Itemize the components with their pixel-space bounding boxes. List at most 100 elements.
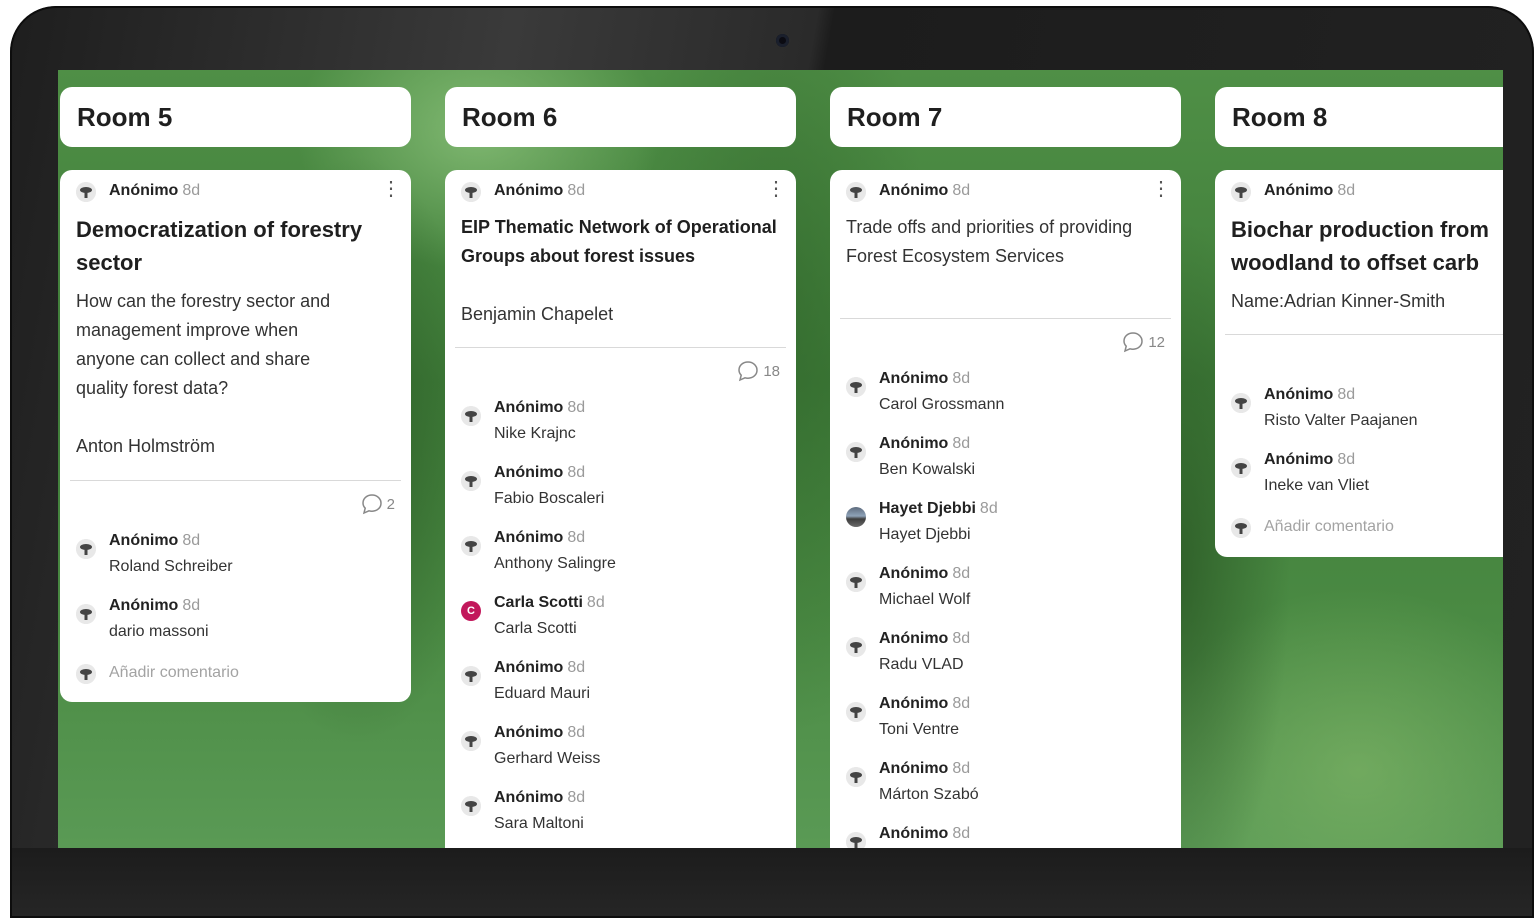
anonymous-avatar-icon <box>846 702 866 722</box>
comment-author: Anónimo 8d <box>494 659 586 676</box>
comment-text: Risto Valter Paajanen <box>1264 412 1418 429</box>
comment-author: Anónimo 8d <box>879 825 971 842</box>
comment-text: Sara Maltoni <box>494 815 584 832</box>
padlet-board: Room 5 Anónimo 8d ⋮ Democratization of fo… <box>58 70 1503 848</box>
post-card[interactable]: Anónimo 8d ⋮ EIP Thematic Network of Oper… <box>445 170 796 848</box>
comment-text: Carol Grossmann <box>879 396 1005 413</box>
post-title: EIP Thematic Network of Operational Grou… <box>461 217 777 266</box>
anonymous-avatar-icon <box>1231 458 1251 478</box>
post-body: How can the forestry sector and manageme… <box>76 291 331 456</box>
comment-text: Radu VLAD <box>879 656 964 673</box>
comment-author: Anónimo 8d <box>109 532 201 549</box>
comment-count: 18 <box>737 360 780 382</box>
comment-item: Anónimo 8d Michael Wolf <box>846 565 1171 625</box>
anonymous-avatar-icon <box>461 536 481 556</box>
comment-count: 2 <box>361 493 395 515</box>
comment-item: Anónimo 8d Roland Schreiber <box>76 532 401 592</box>
comment-author: Anónimo 8d <box>494 464 586 481</box>
comment-item: Anónimo 8d Risto Valter Paajanen <box>1231 386 1503 446</box>
post-author: Anónimo 8d <box>879 182 971 199</box>
divider <box>840 318 1171 319</box>
more-options-icon[interactable]: ⋮ <box>766 179 786 199</box>
comment-text: Ineke van Vliet <box>1264 477 1369 494</box>
anonymous-avatar-icon <box>846 377 866 397</box>
anonymous-avatar-icon <box>1231 393 1251 413</box>
comment-text: Ben Kowalski <box>879 461 976 478</box>
comment-text: Nike Krajnc <box>494 425 576 442</box>
add-comment-label: Añadir comentario <box>109 664 239 681</box>
comment-item: Anónimo 8d <box>846 825 1171 848</box>
room-title: Room 5 <box>60 87 411 147</box>
comment-author: Anónimo 8d <box>879 370 971 387</box>
comment-item: Anónimo 8d Eduard Mauri <box>461 659 786 719</box>
anonymous-avatar-icon <box>76 664 96 684</box>
anonymous-avatar-icon <box>461 406 481 426</box>
comment-item: C Carla Scotti 8d Carla Scotti <box>461 594 786 654</box>
post-author: Anónimo 8d <box>494 182 586 199</box>
anonymous-avatar-icon <box>846 637 866 657</box>
comment-text: dario massoni <box>109 623 209 640</box>
post-body: Benjamin Chapelet <box>461 304 614 324</box>
comment-author: Anónimo 8d <box>494 529 586 546</box>
anonymous-avatar-icon <box>846 182 866 202</box>
comment-author: Anónimo 8d <box>879 695 971 712</box>
divider <box>455 347 786 348</box>
comment-item: Anónimo 8d dario massoni <box>76 597 401 657</box>
comment-text: Fabio Boscaleri <box>494 490 605 507</box>
anonymous-avatar-icon <box>461 731 481 751</box>
add-comment-label: Añadir comentario <box>1264 518 1394 535</box>
anonymous-avatar-icon <box>846 442 866 462</box>
comment-author: Anónimo 8d <box>1264 386 1356 403</box>
post-author: Anónimo 8d <box>1264 182 1356 199</box>
anonymous-avatar-icon <box>461 182 481 202</box>
anonymous-avatar-icon <box>1231 182 1251 202</box>
comment-text: Anthony Salingre <box>494 555 616 572</box>
comment-author: Anónimo 8d <box>494 789 586 806</box>
comment-bubble-icon <box>361 494 382 515</box>
anonymous-avatar-icon <box>461 666 481 686</box>
anonymous-avatar-icon <box>76 604 96 624</box>
anonymous-avatar-icon <box>846 832 866 848</box>
comment-author: Anónimo 8d <box>879 630 971 647</box>
post-title: Trade offs and priorities of providing F… <box>846 217 1133 266</box>
room-title: Room 8 <box>1215 87 1503 147</box>
comment-item: Anónimo 8d Ben Kowalski <box>846 435 1171 495</box>
more-options-icon[interactable]: ⋮ <box>381 179 401 199</box>
comment-item: Anónimo 8d Nike Krajnc <box>461 399 786 459</box>
comment-text: Márton Szabó <box>879 786 979 803</box>
post-card[interactable]: Anónimo 8d ⋮ Trade offs and priorities of… <box>830 170 1181 848</box>
comment-author: Anónimo 8d <box>494 724 586 741</box>
anonymous-avatar-icon <box>76 539 96 559</box>
comment-author: Hayet Djebbi 8d <box>879 500 998 517</box>
post-title: Biochar production from woodland to offs… <box>1231 217 1489 275</box>
anonymous-avatar-icon <box>846 572 866 592</box>
anonymous-avatar-icon <box>846 767 866 787</box>
post-card[interactable]: Anónimo 8d ⋮ Democratization of forestry … <box>60 170 411 702</box>
anonymous-avatar-icon <box>461 471 481 491</box>
comment-item: Anónimo 8d Ineke van Vliet <box>1231 451 1503 511</box>
comment-bubble-icon <box>1123 332 1144 353</box>
divider <box>70 480 401 481</box>
comment-author: Anónimo 8d <box>109 597 201 614</box>
comment-text: Hayet Djebbi <box>879 526 971 543</box>
webcam-icon <box>776 34 789 47</box>
comment-author: Carla Scotti 8d <box>494 594 605 611</box>
divider <box>1225 334 1503 335</box>
user-photo-avatar <box>846 507 866 527</box>
room-title: Room 6 <box>445 87 796 147</box>
post-author: Anónimo 8d <box>109 182 201 199</box>
post-card[interactable]: Anónimo 8d Biochar production from woodla… <box>1215 170 1503 557</box>
comment-author: Anónimo 8d <box>879 760 971 777</box>
post-title: Democratization of forestry sector <box>76 217 363 275</box>
more-options-icon[interactable]: ⋮ <box>1151 179 1171 199</box>
comment-text: Eduard Mauri <box>494 685 591 702</box>
comment-count: 12 <box>1122 331 1165 353</box>
comment-author: Anónimo 8d <box>494 399 586 416</box>
comment-item: Anónimo 8d Gerhard Weiss <box>461 724 786 784</box>
anonymous-avatar-icon <box>461 796 481 816</box>
comment-bubble-icon <box>738 361 759 382</box>
comment-item: Anónimo 8d Márton Szabó <box>846 760 1171 820</box>
comment-author: Anónimo 8d <box>879 435 971 452</box>
laptop-frame: Room 5 Anónimo 8d ⋮ Democratization of fo… <box>10 6 1534 918</box>
comment-item: Hayet Djebbi 8d Hayet Djebbi <box>846 500 1171 560</box>
